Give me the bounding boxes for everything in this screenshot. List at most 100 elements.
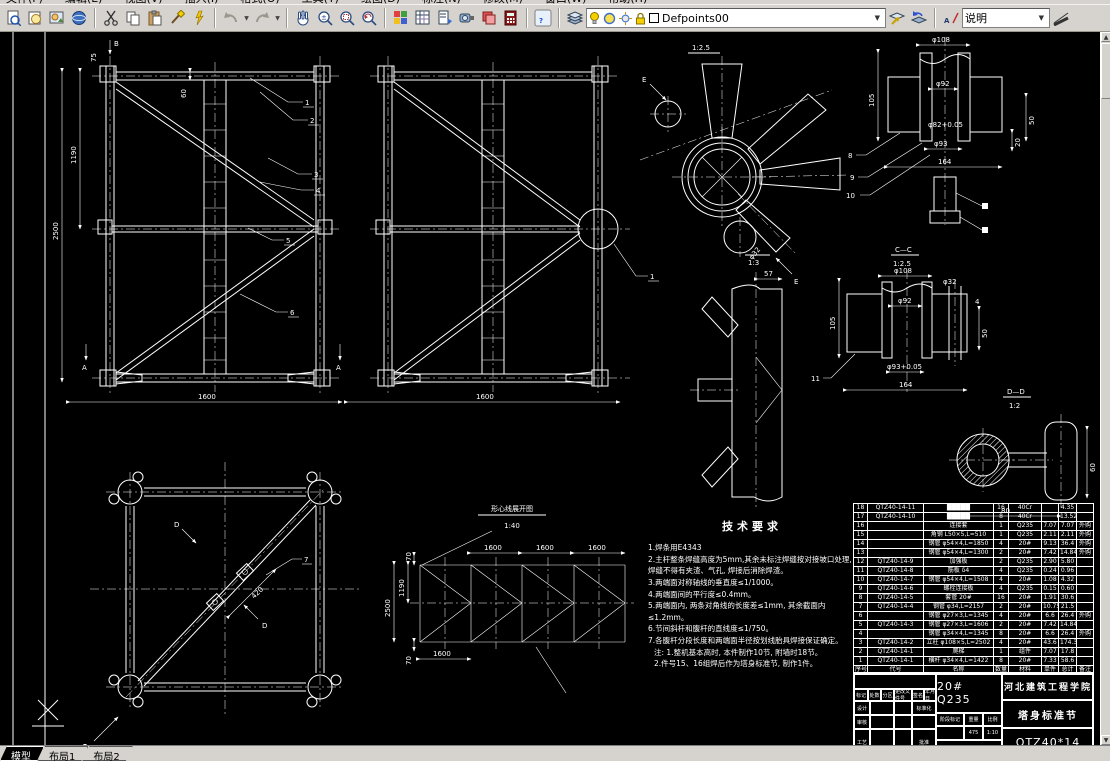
table-cell: 14.84	[1058, 548, 1077, 558]
tab-model[interactable]: 模型	[0, 746, 44, 761]
table-cell: 10.75	[1041, 602, 1059, 612]
horizontal-scrollbar[interactable]	[126, 746, 1110, 761]
drawing-canvas[interactable]: .w { stroke:#fff; stroke-width:1; fill:n…	[0, 32, 1100, 756]
table-cell: 13	[853, 548, 868, 558]
redo-icon[interactable]	[251, 8, 273, 29]
bom-table[interactable]: 18 QTZ40-14-11 █████ 16 40Cr 4.35 17 QTZ40-14-1…	[853, 503, 1094, 675]
table-cell: 0.15	[1041, 584, 1059, 594]
table-cell: QTZ40-14-6	[867, 584, 924, 594]
section-mark: B	[114, 40, 119, 48]
color-swatch-icon	[649, 13, 659, 23]
properties-icon[interactable]	[434, 8, 456, 29]
table-cell: 2	[993, 548, 1009, 558]
table-row: 1 QTZ40-14-1 横杆 φ34×4,L=1422 8 20# 7.33 58.6	[853, 656, 1094, 666]
make-object-layer-icon[interactable]	[886, 8, 908, 29]
table-cell: 1	[853, 656, 868, 666]
table-row: 13 钢管 φ54×4,L=1300 2 20# 7.42 14.84 外购	[853, 548, 1094, 558]
layer-previous-icon[interactable]	[908, 8, 930, 29]
tab-layout1[interactable]: 布局1	[38, 746, 88, 761]
callout: 1	[305, 99, 309, 107]
view-title: 形心线展开图	[491, 504, 533, 513]
table-cell: 7.07	[1058, 521, 1077, 531]
table-row: 16 连接套 1 Q235 7.07 7.07 外购	[853, 521, 1094, 531]
zoom-realtime-icon[interactable]: ±	[314, 8, 336, 29]
dim-label: 20	[1014, 138, 1022, 147]
chevron-down-icon[interactable]: ▼	[872, 14, 883, 22]
scroll-down-icon[interactable]: ▼	[1101, 735, 1110, 745]
company-name: 河北建筑工程学院	[1002, 673, 1094, 700]
calculator-icon[interactable]	[500, 8, 522, 29]
table-cell: 1.91	[1041, 593, 1059, 603]
section-mark: E	[642, 76, 646, 84]
zoom-previous-icon[interactable]	[358, 8, 380, 29]
table-row: 7 QTZ40-14-4 钢管 φ34,L=2157 2 20# 10.75 21.5	[853, 602, 1094, 612]
ucs-icon	[32, 699, 64, 727]
table-cell: █████	[923, 503, 994, 513]
scroll-up-icon[interactable]: ▲	[1101, 32, 1110, 42]
callout: 1	[650, 273, 654, 281]
tech-req-title: 技术要求	[722, 520, 782, 533]
table-cell: 5	[853, 620, 868, 630]
table-cell: QTZ40-14-7	[867, 575, 924, 585]
toolbar-separator	[384, 8, 386, 28]
table-cell: 2	[993, 602, 1009, 612]
vertical-scroll-thumb[interactable]	[1101, 43, 1110, 99]
table-cell: █████	[923, 512, 994, 522]
text-style-combo[interactable]: 说明 ▼	[962, 8, 1050, 28]
zoom-window-icon[interactable]	[336, 8, 358, 29]
toolbar-group-tools	[388, 6, 524, 30]
layer-manager-icon[interactable]	[412, 8, 434, 29]
development-view: 形心线展开图 1:40 1600 1600 1600 2500 1190 70 …	[384, 504, 634, 694]
cut-icon[interactable]	[100, 8, 122, 29]
table-cell: 钢管 φ34×4,L=1345	[923, 629, 994, 639]
vertical-scrollbar[interactable]: ▲ ▼	[1100, 32, 1110, 745]
pan-icon[interactable]	[292, 8, 314, 29]
table-cell: 4	[993, 575, 1009, 585]
svg-text:A: A	[944, 17, 950, 25]
material-cell: 20# Q235	[936, 673, 1002, 713]
lineweight-icon[interactable]	[1050, 8, 1072, 29]
toolbar-group-undo: ▼ ▼	[218, 6, 284, 30]
undo-icon[interactable]	[220, 8, 242, 29]
signature-cell	[870, 701, 894, 715]
image-icon[interactable]	[46, 8, 68, 29]
view-scale: 1:40	[504, 522, 520, 530]
callout: 4	[316, 187, 321, 195]
plot-preview-icon[interactable]	[2, 8, 24, 29]
dim-label: 105	[868, 94, 876, 107]
sphere-icon[interactable]	[68, 8, 90, 29]
sheet-border	[12, 32, 46, 745]
table-cell: QTZ40-14-9	[867, 557, 924, 567]
table-cell: 5.80	[1058, 557, 1077, 567]
paste-icon[interactable]	[144, 8, 166, 29]
chevron-down-icon[interactable]: ▼	[1036, 14, 1047, 22]
table-cell: 1	[993, 521, 1009, 531]
section-mark: D	[262, 622, 267, 630]
render-icon[interactable]	[456, 8, 478, 29]
table-cell: 2.90	[1041, 557, 1059, 567]
layer-combo[interactable]: Defpoints00 ▼	[586, 8, 886, 28]
view-scale: 1:2	[1009, 402, 1020, 410]
layers-icon[interactable]	[564, 8, 586, 29]
print-preview-icon[interactable]	[24, 8, 46, 29]
standardization-label: 标准化	[912, 701, 936, 715]
copy-icon[interactable]	[122, 8, 144, 29]
help-icon[interactable]: ?	[532, 8, 554, 29]
text-style-icon[interactable]: A	[940, 8, 962, 29]
weight-value: 475	[964, 726, 983, 740]
undo-dropdown-icon[interactable]: ▼	[242, 15, 251, 22]
table-cell: 套管 20#	[923, 593, 994, 603]
date-cell	[894, 701, 912, 715]
redo-dropdown-icon[interactable]: ▼	[273, 15, 282, 22]
tab-layout2[interactable]: 布局2	[82, 746, 132, 761]
flange-section-view: φ108 φ92 105 φ82+0.05 φ93 164 20 50 8 9 …	[846, 36, 1036, 233]
table-row: 9 QTZ40-14-6 螺栓连接板 4 Q235 0.15 0.60	[853, 584, 1094, 594]
layer-combo-value: Defpoints00	[662, 11, 729, 25]
match-properties-icon[interactable]	[166, 8, 188, 29]
tech-req-line: 7.各腹杆分段长度和两端面半径按划线胎具焊接保证确定。	[648, 636, 843, 645]
table-cell: 40Cr	[1008, 512, 1042, 522]
clean-screen-icon[interactable]	[478, 8, 500, 29]
aerial-view-icon[interactable]	[390, 8, 412, 29]
redraw-icon[interactable]	[188, 8, 210, 29]
lock-icon	[636, 12, 645, 24]
